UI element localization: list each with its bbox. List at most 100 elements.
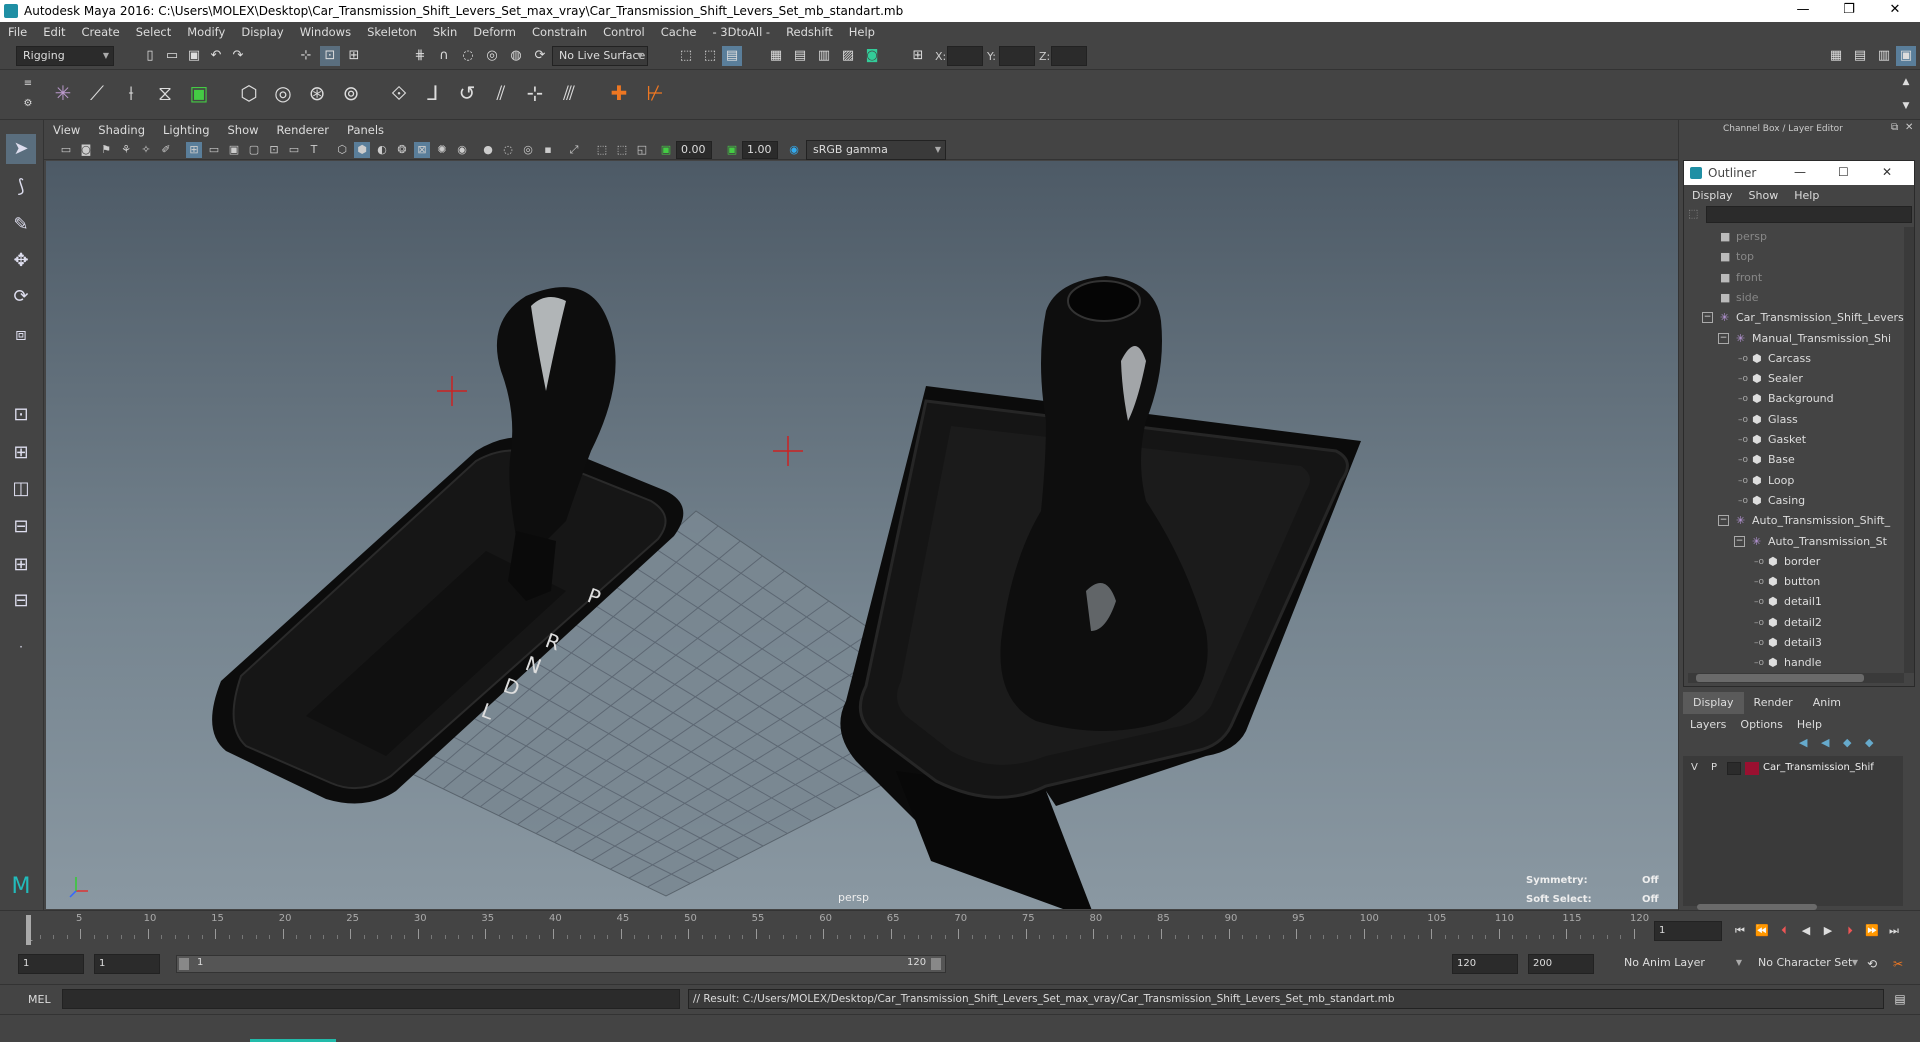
point-constraint-icon[interactable]: ⟐: [384, 78, 414, 108]
layer-row[interactable]: V P Car_Transmission_Shif: [1683, 760, 1903, 778]
gate-mask-icon[interactable]: ▢: [246, 142, 262, 158]
anim-start-field[interactable]: 1: [94, 954, 160, 974]
motion-blur-icon[interactable]: ⤢: [566, 142, 582, 158]
xray-joints-icon[interactable]: ◌: [500, 142, 516, 158]
range-end-handle[interactable]: [931, 958, 941, 970]
gamma-icon[interactable]: ▣: [724, 142, 740, 158]
outliner-expand-toggle[interactable]: −: [1718, 332, 1729, 344]
move-tool-icon[interactable]: ✥: [6, 246, 36, 276]
outliner-item[interactable]: − ✳ Auto_Transmission_Shift_: [1684, 511, 1904, 531]
maximize-button[interactable]: ❐: [1826, 0, 1872, 22]
layer-menu-help[interactable]: Help: [1790, 716, 1829, 734]
x-field[interactable]: [947, 46, 983, 66]
save-scene-icon[interactable]: ▣: [184, 46, 204, 66]
outliner-item[interactable]: − ✳ Manual_Transmission_Shi: [1684, 329, 1904, 349]
menu-select[interactable]: Select: [128, 25, 179, 39]
render-settings-icon[interactable]: ▨: [838, 46, 858, 66]
time-slider[interactable]: 1510152025303540455055606570758085909510…: [0, 910, 1920, 948]
single-pane-icon[interactable]: ⊡: [6, 400, 36, 430]
hud-icon[interactable]: ◱: [634, 142, 650, 158]
menu-create[interactable]: Create: [74, 25, 128, 39]
ik-handle-icon[interactable]: ⟋: [82, 78, 112, 108]
insert-joint-icon[interactable]: ⧖: [150, 78, 180, 108]
parent-constraint-icon[interactable]: ⫽: [486, 78, 516, 108]
end-time-field[interactable]: 120: [1452, 954, 1518, 974]
new-layer-icon[interactable]: ◆: [1843, 736, 1851, 749]
outliner-item[interactable]: –o ⬢ handle: [1684, 653, 1904, 673]
safe-title-icon[interactable]: T: [306, 142, 322, 158]
menu-redshift[interactable]: Redshift: [778, 25, 841, 39]
close-button[interactable]: ✕: [1872, 0, 1918, 22]
z-field[interactable]: [1051, 46, 1087, 66]
outliner-item[interactable]: –o ⬢ detail1: [1684, 592, 1904, 612]
safe-action-icon[interactable]: ▭: [286, 142, 302, 158]
depth-of-field-icon[interactable]: ⬚: [594, 142, 610, 158]
outliner-item[interactable]: ■ top: [1684, 247, 1904, 267]
layer-state-toggle[interactable]: [1727, 762, 1741, 775]
step-forward-key-icon[interactable]: ⏩: [1862, 921, 1882, 941]
outliner-item[interactable]: –o ⬢ Background: [1684, 389, 1904, 409]
select-component-icon[interactable]: ⊞: [344, 46, 364, 66]
image-plane-icon[interactable]: ⚘: [118, 142, 134, 158]
minimize-button[interactable]: —: [1780, 0, 1826, 22]
menu-help[interactable]: Help: [841, 25, 883, 39]
panel-menu-show[interactable]: Show: [219, 123, 268, 137]
grease-pencil-icon[interactable]: ✐: [158, 142, 174, 158]
hypershade-layout-icon[interactable]: ⊟: [6, 586, 36, 616]
shade-wire-icon[interactable]: ◐: [374, 142, 390, 158]
input-ops-icon[interactable]: ⬚: [676, 46, 696, 66]
panel-menu-renderer[interactable]: Renderer: [268, 123, 339, 137]
go-to-end-icon[interactable]: ⏭: [1884, 921, 1904, 941]
outliner-menu-show[interactable]: Show: [1741, 187, 1787, 205]
new-scene-icon[interactable]: ▯: [140, 46, 160, 66]
anti-alias-icon[interactable]: ⬚: [614, 142, 630, 158]
character-set-dropdown[interactable]: No Character Set: [1752, 954, 1862, 974]
snap-view-icon[interactable]: ◎: [482, 46, 502, 66]
move-layer-down-icon[interactable]: ◀: [1821, 736, 1829, 749]
play-forwards-icon[interactable]: ▶: [1818, 921, 1838, 941]
wrap-icon[interactable]: ⊚: [336, 78, 366, 108]
command-input[interactable]: [62, 989, 680, 1009]
move-layer-up-icon[interactable]: ◀: [1799, 736, 1807, 749]
outliner-item[interactable]: –o ⬢ Loop: [1684, 471, 1904, 491]
panel-menu-panels[interactable]: Panels: [338, 123, 393, 137]
construction-history-icon[interactable]: ▤: [722, 46, 742, 66]
aim-constraint-icon[interactable]: ⅃: [418, 78, 448, 108]
auto-key-icon[interactable]: ⟲: [1862, 954, 1882, 974]
menu-control[interactable]: Control: [595, 25, 653, 39]
mirror-joint-icon[interactable]: ▣: [184, 78, 214, 108]
shadows-icon[interactable]: ✺: [434, 142, 450, 158]
outliner-item[interactable]: ■ side: [1684, 288, 1904, 308]
viewport-persp[interactable]: P R N D L persp Symmetry: Off Soft Selec…: [46, 161, 1678, 909]
transform-mode-icon[interactable]: ⊞: [908, 46, 928, 66]
isolate-select-icon[interactable]: ◎: [520, 142, 536, 158]
smooth-shade-icon[interactable]: ⬢: [354, 142, 370, 158]
outliner-item[interactable]: − ✳ Car_Transmission_Shift_Levers: [1684, 308, 1904, 328]
shelf-menu-icon[interactable]: ≡: [18, 74, 38, 94]
layer-menu-layers[interactable]: Layers: [1683, 716, 1733, 734]
anim-end-field[interactable]: 200: [1528, 954, 1594, 974]
render-frame-icon[interactable]: ▦: [766, 46, 786, 66]
outliner-item[interactable]: –o ⬢ detail2: [1684, 613, 1904, 633]
outliner-expand-toggle[interactable]: −: [1734, 535, 1745, 547]
persp-outliner-icon[interactable]: ⊞: [6, 550, 36, 580]
layer-playback-toggle[interactable]: P: [1711, 762, 1717, 773]
channel-box-icon[interactable]: ▣: [1896, 46, 1916, 66]
outliner-filter-icon[interactable]: ⬚: [1688, 207, 1704, 223]
outliner-expand-toggle[interactable]: −: [1718, 515, 1729, 527]
film-gate-icon[interactable]: ▭: [206, 142, 222, 158]
bookmark-icon[interactable]: ⚑: [98, 142, 114, 158]
scale-constraint-icon[interactable]: ⊹: [520, 78, 550, 108]
color-management-icon[interactable]: ◉: [786, 142, 802, 158]
outliner-expand-toggle[interactable]: −: [1702, 312, 1713, 324]
outliner-minimize-button[interactable]: —: [1794, 165, 1806, 179]
select-object-icon[interactable]: ⊡: [320, 46, 340, 66]
exposure-field[interactable]: 0.00: [676, 141, 712, 159]
menu-constrain[interactable]: Constrain: [524, 25, 595, 39]
menu-set-dropdown[interactable]: Rigging: [16, 46, 114, 66]
bind-skin-icon[interactable]: ⬡: [234, 78, 264, 108]
locator-icon[interactable]: ✚: [604, 78, 634, 108]
cluster-icon[interactable]: ⊛: [302, 78, 332, 108]
lattice-icon[interactable]: ◎: [268, 78, 298, 108]
output-ops-icon[interactable]: ⬚: [700, 46, 720, 66]
